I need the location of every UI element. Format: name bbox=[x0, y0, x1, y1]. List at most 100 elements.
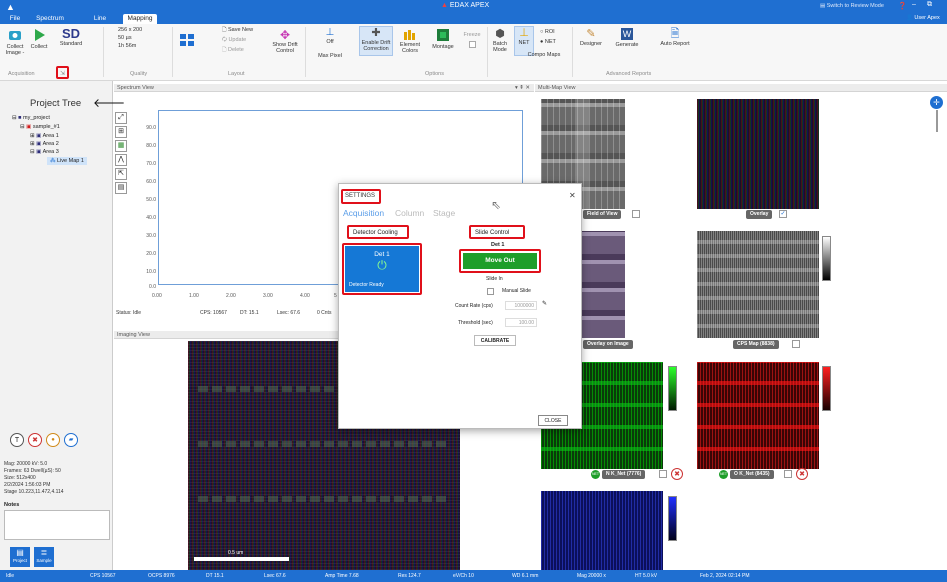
net-badge-icon: NET bbox=[591, 470, 600, 479]
freeze-toggle[interactable]: Freeze bbox=[460, 32, 484, 48]
play-icon bbox=[35, 29, 45, 41]
batch-mode-button[interactable]: ⬢ Batch Mode bbox=[488, 28, 512, 53]
tab-stage[interactable]: Stage bbox=[433, 208, 455, 218]
tab-line[interactable]: Line bbox=[88, 14, 112, 24]
spectrum-compare-icon[interactable]: ⋀ bbox=[115, 154, 127, 166]
designer-button[interactable]: ✎ Designer bbox=[576, 28, 606, 47]
status-cps: CPS 10567 bbox=[90, 573, 116, 579]
field-of-view-checkbox[interactable] bbox=[632, 210, 640, 218]
tab-column[interactable]: Column bbox=[395, 208, 424, 218]
net-radio[interactable]: ● NET bbox=[540, 39, 564, 45]
close-button[interactable]: CLOSE bbox=[538, 415, 568, 426]
zoom-slider-track[interactable] bbox=[936, 110, 938, 132]
zoom-fit-icon[interactable]: ⤢ bbox=[115, 112, 127, 124]
element-colors-button[interactable]: Element Colors bbox=[396, 28, 424, 54]
close-icon[interactable]: ✕ bbox=[569, 191, 576, 200]
cursor-arrow-icon: ⇖ bbox=[491, 198, 502, 212]
panel-controls[interactable]: ▾ ⇞ ✕ bbox=[515, 84, 530, 92]
tree-item-sample[interactable]: ⊟ ▣ sample_#1 bbox=[20, 124, 60, 130]
collect-label: Collect bbox=[30, 44, 48, 50]
n-k-net-checkbox[interactable] bbox=[659, 470, 667, 478]
roi-radio[interactable]: ○ ROI bbox=[540, 29, 564, 35]
manual-slide-checkbox[interactable] bbox=[487, 288, 494, 295]
tab-spectrum[interactable]: Spectrum bbox=[32, 14, 68, 24]
montage-button[interactable]: Montage bbox=[428, 28, 458, 50]
project-tree-title: Project Tree bbox=[30, 98, 82, 109]
status-ev-ch: eV/Ch 10 bbox=[453, 573, 474, 579]
zoom-control-icon[interactable]: ✛ bbox=[930, 96, 943, 109]
tab-mapping[interactable]: Mapping bbox=[123, 14, 157, 24]
project-button[interactable]: ▤ Project bbox=[10, 547, 30, 567]
quality-settings[interactable]: 256 x 200 50 µs 1h 56m bbox=[118, 27, 154, 49]
n-k-colorbar bbox=[668, 366, 677, 411]
status-lsec: Lsec 67.6 bbox=[264, 573, 286, 579]
drift-icon: ✥ bbox=[279, 28, 291, 42]
enable-drift-correction-button[interactable]: ✚ Enable Drift Correction bbox=[359, 26, 393, 56]
tree-item-my-project[interactable]: ⊟ ■ my_project bbox=[12, 115, 50, 121]
remove-map-icon[interactable]: ✖ bbox=[796, 468, 808, 480]
chat-icon[interactable]: ▰ bbox=[64, 433, 78, 447]
minimize-icon[interactable]: – bbox=[912, 1, 916, 8]
remove-map-icon[interactable]: ✖ bbox=[671, 468, 683, 480]
cps-map-checkbox[interactable] bbox=[792, 340, 800, 348]
notes-textarea[interactable] bbox=[4, 510, 110, 540]
generate-button[interactable]: W Generate bbox=[612, 28, 642, 48]
tree-item-area-3[interactable]: ⊟ ▣ Area 3 bbox=[30, 149, 59, 155]
collect-image-button[interactable]: Collect Image - bbox=[4, 28, 26, 56]
net-badge-icon: NET bbox=[719, 470, 728, 479]
review-mode-link[interactable]: ▤ Switch to Review Mode bbox=[820, 3, 884, 9]
o-k-net-checkbox[interactable] bbox=[784, 470, 792, 478]
count-rate-input[interactable]: 1000000 bbox=[505, 301, 537, 310]
remove-icon[interactable]: ✖ bbox=[28, 433, 42, 447]
auto-report-button[interactable]: 🗎 Auto Report bbox=[660, 28, 690, 47]
cps-map-tile[interactable] bbox=[697, 231, 819, 338]
update-button[interactable]: 🗘 Update bbox=[222, 37, 262, 43]
standard-button[interactable]: SD Standard bbox=[54, 26, 88, 47]
back-arrow-icon[interactable]: 🡐 bbox=[93, 95, 125, 110]
map-pattern-row bbox=[198, 441, 448, 447]
save-new-button[interactable]: 🗋 Save New bbox=[222, 27, 262, 33]
blue-map-tile[interactable] bbox=[541, 491, 663, 570]
tab-acquisition[interactable]: Acquisition bbox=[343, 208, 384, 218]
tree-item-live-map[interactable]: ⁂ Live Map 1 bbox=[47, 157, 87, 165]
dt-text: DT: 15.1 bbox=[240, 310, 259, 316]
status-dt: DT 15.1 bbox=[206, 573, 224, 579]
layout-grid-icon[interactable] bbox=[178, 32, 200, 52]
spectrum-y-axis: 90.0 80.0 70.0 60.0 50.0 40.0 30.0 20.0 … bbox=[142, 125, 156, 290]
spectrum-export-icon[interactable]: ⇱ bbox=[115, 168, 127, 180]
delete-button[interactable]: 🗋 Delete bbox=[222, 47, 262, 53]
peak-id-icon[interactable]: ⊞ bbox=[115, 126, 127, 138]
camera-tool-icon[interactable]: ● bbox=[46, 433, 60, 447]
freeze-checkbox[interactable] bbox=[468, 41, 476, 48]
collect-button[interactable]: Collect bbox=[28, 28, 50, 50]
calibrate-button[interactable]: CALIBRATE bbox=[474, 335, 516, 346]
sample-button[interactable]: ≣ Sample bbox=[34, 547, 54, 567]
overlay-tile[interactable] bbox=[697, 99, 819, 209]
text-tool-icon[interactable]: T bbox=[10, 433, 24, 447]
y-tick: 20.0 bbox=[146, 251, 156, 257]
settings-title-highlight bbox=[341, 189, 381, 204]
pencil-icon[interactable]: ✎ bbox=[542, 300, 547, 307]
spectrum-save-icon[interactable]: ▤ bbox=[115, 182, 127, 194]
periodic-table-icon[interactable]: ▦ bbox=[115, 140, 127, 152]
threshold-label: Threshold (sec) bbox=[458, 320, 493, 326]
max-pixel-button[interactable]: ⊥ Off Max Pixel bbox=[314, 27, 346, 59]
maximize-icon[interactable]: ⧉ bbox=[927, 1, 932, 9]
user-menu[interactable]: 👤 User Apex bbox=[906, 15, 940, 21]
tree-item-area-2[interactable]: ⊞ ▣ Area 2 bbox=[30, 141, 59, 147]
max-pixel-icon: ⊥ bbox=[325, 27, 335, 38]
sd-icon: SD bbox=[61, 26, 81, 41]
tab-file[interactable]: File bbox=[4, 14, 26, 24]
word-icon: W bbox=[621, 28, 633, 40]
show-drift-control-button[interactable]: ✥ Show Drift Control bbox=[270, 28, 300, 54]
acquisition-info: Mag: 20000 kV: 5.0 Frames: 63 Dwell(µS):… bbox=[4, 461, 64, 495]
user-icon: 👤 bbox=[906, 15, 913, 21]
overlay-checkbox[interactable]: ✓ bbox=[779, 210, 787, 218]
move-out-highlight bbox=[459, 249, 541, 273]
sample-stack-icon: ≣ bbox=[40, 548, 48, 557]
threshold-input[interactable]: 100.00 bbox=[505, 318, 537, 327]
tree-item-area-1[interactable]: ⊞ ▣ Area 1 bbox=[30, 133, 59, 139]
o-k-net-map-tile[interactable] bbox=[697, 362, 819, 469]
help-icon[interactable]: ❓ bbox=[898, 2, 907, 10]
y-tick: 0.0 bbox=[149, 284, 156, 290]
